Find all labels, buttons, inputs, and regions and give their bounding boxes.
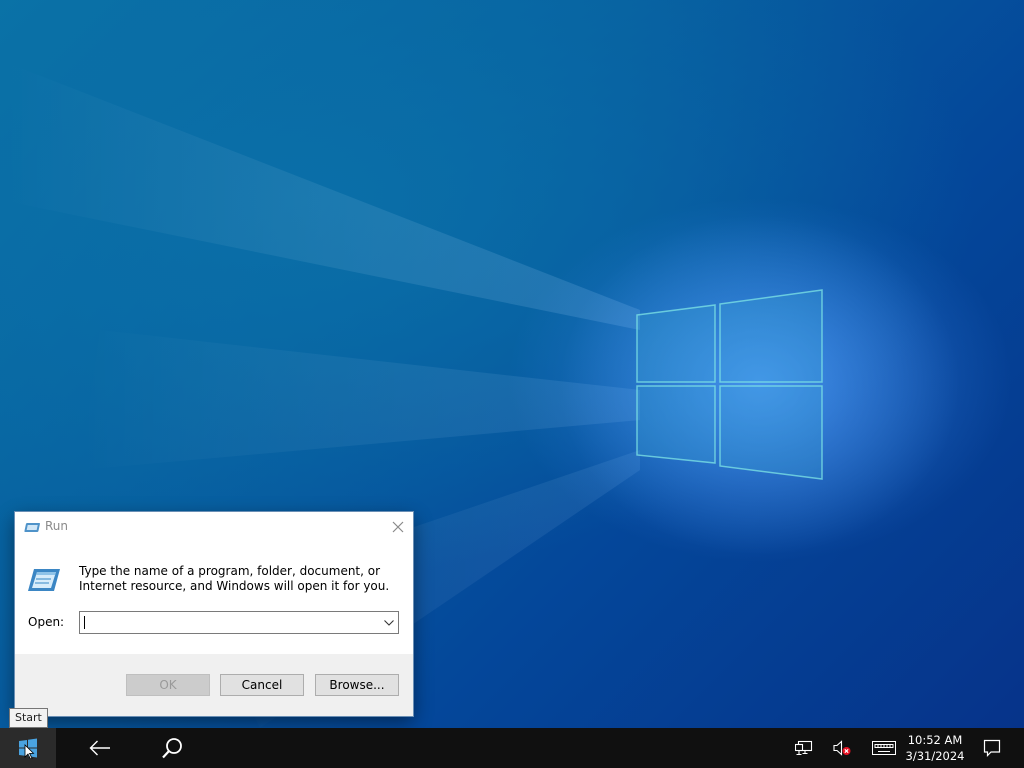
notification-icon xyxy=(983,739,1001,757)
keyboard-tray-button[interactable] xyxy=(866,728,902,768)
ok-button[interactable]: OK xyxy=(126,674,210,696)
back-button[interactable] xyxy=(72,728,128,768)
clock-time: 10:52 AM xyxy=(907,733,963,747)
open-label: Open: xyxy=(28,615,65,629)
keyboard-icon xyxy=(872,741,896,755)
run-dialog-description: Type the name of a program, folder, docu… xyxy=(79,564,390,593)
search-button[interactable] xyxy=(144,728,200,768)
run-dialog-body: Type the name of a program, folder, docu… xyxy=(15,542,413,654)
taskbar: 10:52 AM 3/31/2024 xyxy=(0,728,1024,768)
run-app-icon xyxy=(24,523,40,532)
clock-date: 3/31/2024 xyxy=(905,749,965,763)
run-dialog-footer: OK Cancel Browse... xyxy=(15,654,413,716)
text-caret xyxy=(84,616,85,629)
run-program-icon xyxy=(28,569,60,591)
run-dialog-titlebar[interactable]: Run xyxy=(15,512,413,542)
cancel-button[interactable]: Cancel xyxy=(220,674,304,696)
run-dialog: Run Type the name of a program, folder, … xyxy=(15,512,413,716)
network-tray-button[interactable] xyxy=(788,728,820,768)
network-icon xyxy=(795,740,813,756)
browse-button[interactable]: Browse... xyxy=(315,674,399,696)
search-icon xyxy=(162,738,182,759)
notification-center-button[interactable] xyxy=(974,728,1010,768)
chevron-down-icon xyxy=(384,619,394,626)
arrow-left-icon xyxy=(89,740,110,756)
open-input[interactable] xyxy=(80,612,384,633)
run-dialog-title: Run xyxy=(45,519,69,533)
start-tooltip: Start xyxy=(9,708,48,728)
close-button[interactable] xyxy=(383,512,413,542)
windows-icon xyxy=(19,738,37,759)
open-dropdown-button[interactable] xyxy=(380,612,398,633)
volume-tray-button[interactable] xyxy=(826,728,858,768)
start-button[interactable] xyxy=(0,728,56,768)
open-combobox[interactable] xyxy=(79,611,399,634)
volume-muted-icon xyxy=(833,740,851,756)
close-icon xyxy=(392,521,404,533)
taskbar-clock[interactable]: 10:52 AM 3/31/2024 xyxy=(904,728,966,768)
